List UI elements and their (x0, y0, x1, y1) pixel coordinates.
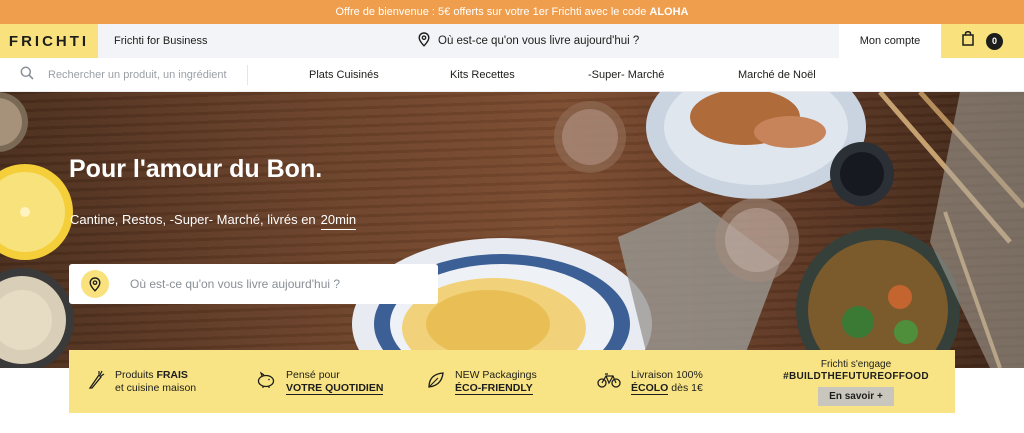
hero-food-image (0, 92, 1024, 368)
promo-code: ALOHA (649, 6, 689, 18)
feature-delivery: Livraison 100% ÉCOLO dès 1€ (597, 350, 703, 413)
account-button[interactable]: Mon compte (839, 24, 941, 58)
nav-divider (247, 65, 248, 85)
logo-link[interactable]: FRICHTI (0, 24, 98, 58)
feature-eco-bold: ÉCO-FRIENDLY (455, 381, 533, 395)
bicycle-icon (597, 372, 621, 392)
leaf-icon (427, 371, 445, 393)
location-pin-icon (81, 270, 109, 298)
carrot-icon (87, 370, 105, 394)
feature-eco-packaging: NEW Packagings ÉCO-FRIENDLY (427, 350, 537, 413)
promo-text: Offre de bienvenue : 5€ offerts sur votr… (335, 6, 650, 18)
delivery-time-highlight: 20min (320, 212, 357, 230)
feature-fresh-line2: et cuisine maison (115, 381, 197, 394)
product-search (20, 58, 228, 92)
engage-hashtag: #BUILDTHEFUTUREOFFOOD (783, 371, 929, 382)
hero-title: Pour l'amour du Bon. (69, 155, 323, 183)
feature-eco-line1: NEW Packagings (455, 368, 537, 381)
address-input[interactable] (130, 277, 410, 291)
piggy-bank-icon (256, 371, 276, 393)
engage-line1: Frichti s'engage (820, 359, 892, 370)
feature-daily-line1: Pensé pour (286, 368, 340, 381)
feature-delivery-bold: ÉCOLO (631, 381, 669, 395)
hero-subtitle: Cantine, Restos, -Super- Marché, livrés … (70, 212, 357, 230)
navigation-bar: Plats Cuisinés Kits Recettes -Super- Mar… (0, 58, 1024, 92)
nav-item-super-marche[interactable]: -Super- Marché (588, 58, 664, 92)
promo-banner: Offre de bienvenue : 5€ offerts sur votr… (0, 0, 1024, 24)
search-icon (20, 66, 34, 85)
learn-more-button[interactable]: En savoir + (818, 387, 894, 406)
features-strip: Produits FRAIS et cuisine maison Pensé p… (69, 350, 955, 413)
logo: FRICHTI (8, 32, 90, 50)
nav-item-kits-recettes[interactable]: Kits Recettes (450, 58, 515, 92)
hero-address-search[interactable] (69, 264, 438, 304)
feature-delivery-line2: dès 1€ (668, 381, 703, 394)
cart-button[interactable]: 0 (941, 24, 1024, 58)
delivery-address-selector[interactable]: Où est-ce qu'on vous livre aujourd'hui ? (418, 24, 639, 58)
feature-fresh-bold: FRAIS (156, 368, 188, 381)
feature-daily-bold: VOTRE QUOTIDIEN (286, 381, 384, 395)
business-link[interactable]: Frichti for Business (114, 24, 208, 58)
shopping-bag-icon (962, 31, 974, 51)
top-header: FRICHTI Frichti for Business Où est-ce q… (0, 24, 1024, 58)
hero-banner: Pour l'amour du Bon. Cantine, Restos, -S… (0, 92, 1024, 368)
engagement-block: Frichti s'engage #BUILDTHEFUTUREOFFOOD E… (781, 359, 931, 406)
feature-fresh: Produits FRAIS et cuisine maison (87, 350, 196, 413)
location-pin-icon (418, 32, 430, 50)
feature-delivery-line1: Livraison 100% (631, 368, 703, 381)
nav-item-marche-de-noel[interactable]: Marché de Noël (738, 58, 816, 92)
nav-item-plats-cuisines[interactable]: Plats Cuisinés (309, 58, 379, 92)
cart-count-badge: 0 (986, 32, 1003, 50)
delivery-prompt: Où est-ce qu'on vous livre aujourd'hui ? (438, 35, 640, 47)
hero-subtitle-text: Cantine, Restos, -Super- Marché, livrés … (70, 212, 316, 227)
search-input[interactable] (48, 69, 228, 81)
feature-fresh-line1: Produits (115, 368, 157, 381)
feature-daily: Pensé pour VOTRE QUOTIDIEN (256, 350, 384, 413)
